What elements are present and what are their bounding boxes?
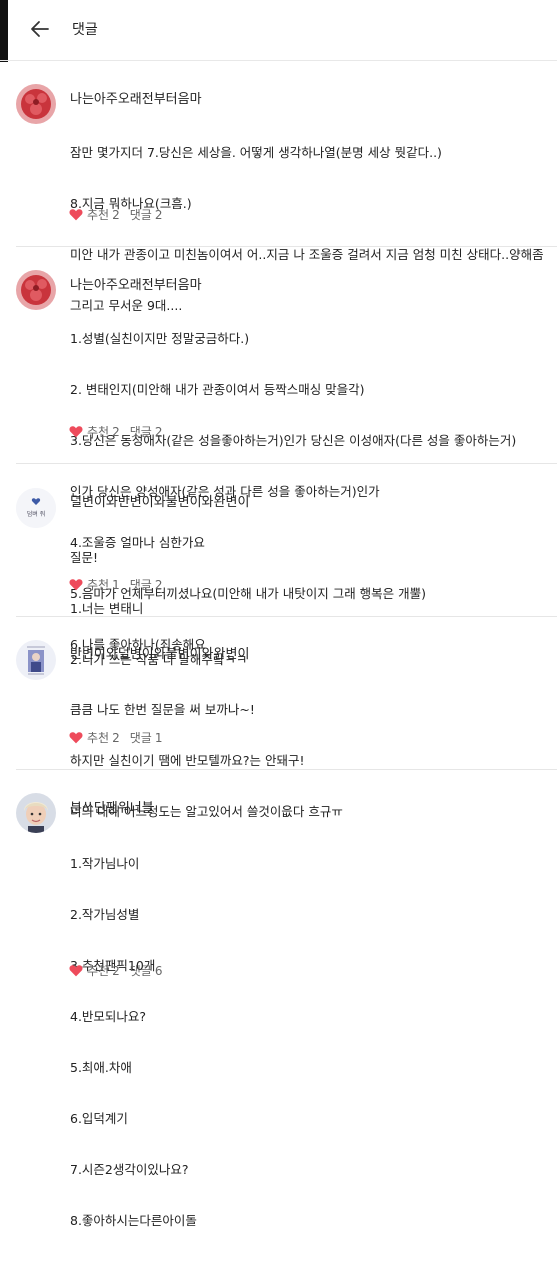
red-flower-avatar-icon[interactable] xyxy=(16,84,56,124)
recommend-label[interactable]: 추천 xyxy=(87,206,109,223)
comment-line: 2. 변태인지(미안해 내가 관종이여서 등짝스매싱 맞을각) xyxy=(70,382,365,397)
avatar-caption: 덤벼 줘 xyxy=(26,511,46,518)
recommend-count: 2 xyxy=(112,424,120,439)
comment-divider xyxy=(16,616,557,617)
heart-icon[interactable] xyxy=(69,731,83,744)
reply-label[interactable]: 댓글 xyxy=(130,576,152,593)
comment-actions: 추천 1 댓글 2 xyxy=(69,576,162,593)
reply-label[interactable]: 댓글 xyxy=(130,423,152,440)
recommend-label[interactable]: 추천 xyxy=(87,962,109,979)
header-divider xyxy=(0,60,557,61)
comment-author[interactable]: 분쏘단팬워너블 xyxy=(70,797,154,816)
comment-line: 5.최애.차애 xyxy=(70,1060,132,1075)
comment-author[interactable]: 덜변이와반변이와불변이와완변이 xyxy=(70,491,249,510)
comment-line: 4.반모되나요? xyxy=(70,1009,147,1024)
reply-count: 2 xyxy=(154,207,163,222)
comment-line: 2.작가님성별 xyxy=(70,907,140,922)
red-flower-avatar-icon[interactable] xyxy=(16,270,56,310)
reply-count: 2 xyxy=(154,577,163,592)
small-heart-avatar-icon[interactable]: 덤벼 줘 xyxy=(16,488,56,528)
reply-label[interactable]: 댓글 xyxy=(130,962,152,979)
comment-line: 1.성별(실친이지만 정말궁금하다.) xyxy=(70,331,250,346)
comment-body: 1.작가님나이 2.작가님성별 3.추천팬픽10개 4.반모되나요? 5.최애.… xyxy=(70,821,197,1263)
comment-actions: 추천 2 댓글 2 xyxy=(69,206,162,223)
comment-divider xyxy=(16,246,557,247)
comment-actions: 추천 2 댓글 6 xyxy=(69,962,162,979)
recommend-count: 2 xyxy=(112,207,120,222)
recommend-label[interactable]: 추천 xyxy=(87,576,109,593)
recommend-label[interactable]: 추천 xyxy=(87,423,109,440)
comment-line: 미안 내가 관종이고 미친놈이여서 어..지금 나 조울증 걸려서 지금 엄청 … xyxy=(70,247,544,262)
comment-line: 질문! xyxy=(70,550,99,565)
comment-actions: 추천 2 댓글 1 xyxy=(69,729,162,746)
recommend-count: 2 xyxy=(112,730,120,745)
comment-line: 큼큼 나도 한번 질문을 써 보까나~! xyxy=(70,702,255,717)
page-title: 댓글 xyxy=(72,22,98,38)
reply-label[interactable]: 댓글 xyxy=(130,206,152,223)
comment-author[interactable]: 나는아주오래전부터음마 xyxy=(70,274,202,293)
comment-line: 1.작가님나이 xyxy=(70,856,140,871)
comment-line: 잠만 몇가지더 7.당신은 세상을. 어떻게 생각하나열(분명 세상 뭣같다..… xyxy=(70,145,442,160)
reply-count: 2 xyxy=(154,424,163,439)
heart-icon[interactable] xyxy=(69,425,83,438)
comment-line: 7.시즌2생각이있나요? xyxy=(70,1162,189,1177)
comment-line: 8.좋아하시는다른아이돌 xyxy=(70,1213,197,1228)
comment-divider xyxy=(16,463,557,464)
reply-count: 6 xyxy=(154,963,163,978)
comment-author[interactable]: 나는아주오래전부터음마 xyxy=(70,88,202,107)
comment-actions: 추천 2 댓글 2 xyxy=(69,423,162,440)
comment-divider xyxy=(16,769,557,770)
comment-author[interactable]: 반변이와덜변이와불변이와완변이 xyxy=(70,643,249,662)
comment-line: 하지만 실친이기 땜에 반모텔까요?는 안돼구! xyxy=(70,753,305,768)
recommend-count: 2 xyxy=(112,963,120,978)
photo-card-avatar-icon[interactable] xyxy=(16,640,56,680)
back-arrow-icon[interactable] xyxy=(28,17,52,41)
comment-line: 1.너는 변태니 xyxy=(70,601,144,616)
recommend-label[interactable]: 추천 xyxy=(87,729,109,746)
comment-line: 6.입덕계기 xyxy=(70,1111,128,1126)
reply-label[interactable]: 댓글 xyxy=(130,729,152,746)
heart-icon[interactable] xyxy=(69,578,83,591)
heart-icon[interactable] xyxy=(69,964,83,977)
recommend-count: 1 xyxy=(112,577,120,592)
header-bar: 댓글 xyxy=(0,0,557,60)
reply-count: 1 xyxy=(154,730,163,745)
heart-icon[interactable] xyxy=(69,208,83,221)
person-photo-avatar-icon[interactable] xyxy=(16,793,56,833)
